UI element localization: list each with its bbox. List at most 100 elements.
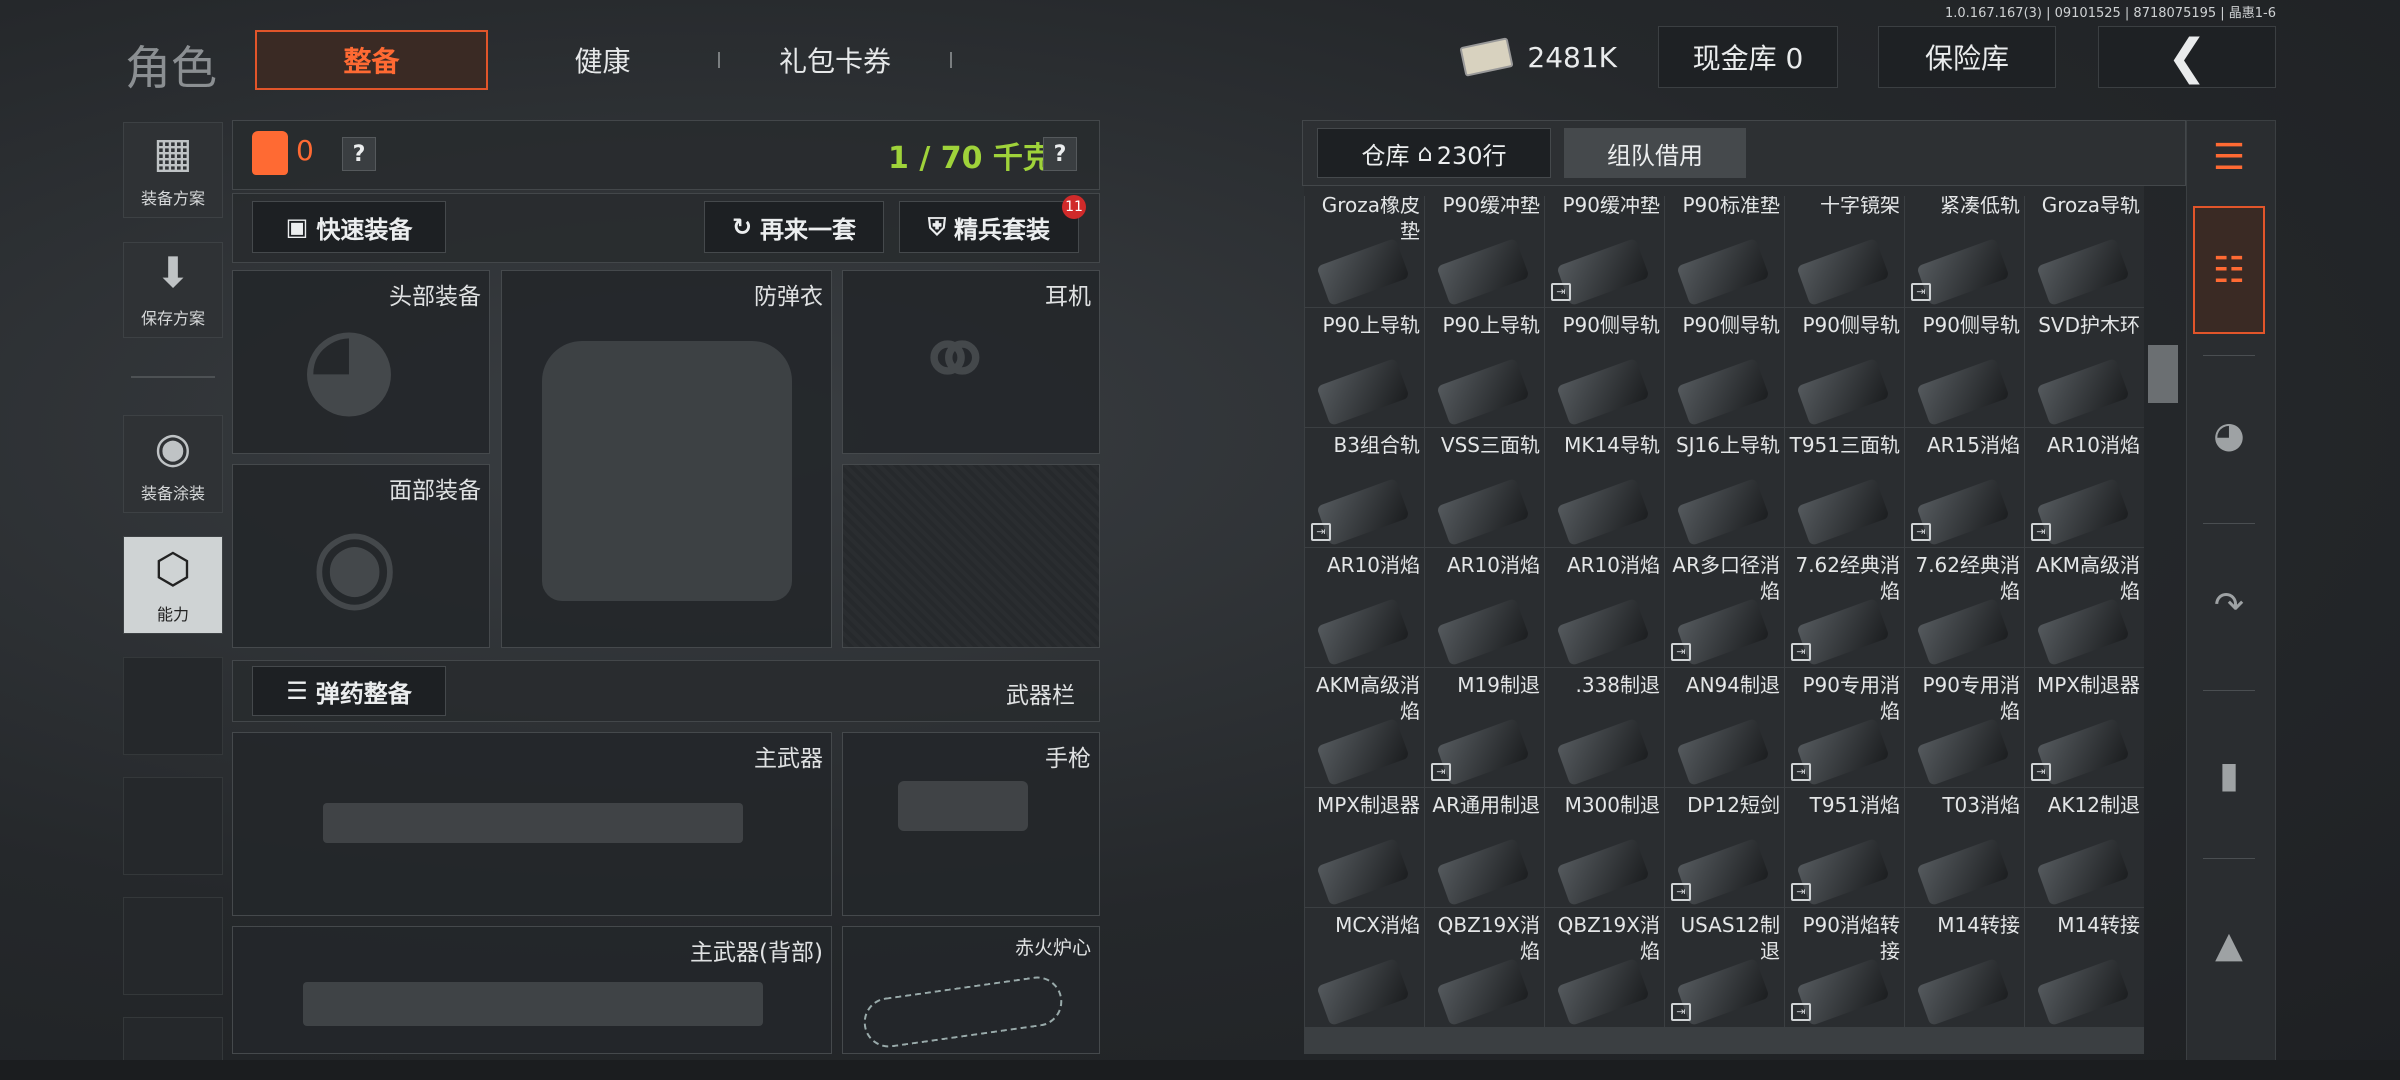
item-cell[interactable]: P90侧导轨	[1665, 308, 1784, 427]
slot-ear[interactable]: 耳机 ⚭	[842, 270, 1100, 454]
weight-help-button[interactable]: ?	[1043, 137, 1077, 171]
item-name: P90侧导轨	[1922, 313, 2020, 337]
layers-download-icon[interactable]: ☷	[2193, 206, 2265, 334]
slot-empty	[842, 464, 1100, 648]
item-cell[interactable]: MCX消焰	[1305, 908, 1424, 1027]
item-cell[interactable]: 7.62经典消焰 ⇥	[1785, 548, 1904, 667]
item-cell[interactable]: P90专用消焰 ⇥	[1785, 668, 1904, 787]
item-cell[interactable]: AR10消焰	[1545, 548, 1664, 667]
item-cell[interactable]: M300制退	[1545, 788, 1664, 907]
nav-equipment-plan[interactable]: ▦ 装备方案	[123, 122, 223, 218]
item-name: P90专用消焰	[1922, 673, 2020, 723]
item-cell[interactable]: P90侧导轨	[1905, 308, 2024, 427]
item-cell[interactable]: AKM高级消焰	[1305, 668, 1424, 787]
transfer-icon: ⇥	[1671, 1003, 1691, 1021]
item-name: AK12制退	[2047, 793, 2140, 817]
item-cell[interactable]: P90侧导轨	[1785, 308, 1904, 427]
ammo-prep-button[interactable]: ☰ 弹药整备	[252, 666, 446, 716]
elite-kit-button[interactable]: ⛨ 精兵套装	[899, 201, 1079, 253]
help-button[interactable]: ?	[342, 137, 376, 171]
tab-loadout[interactable]: 整备	[255, 30, 488, 90]
item-cell[interactable]: P90缓冲垫 ⇥	[1545, 188, 1664, 307]
slot-primary-weapon[interactable]: 主武器	[232, 732, 832, 916]
nav-ability[interactable]: ⬡ 能力	[123, 536, 223, 634]
item-cell[interactable]: AR10消焰	[1305, 548, 1424, 667]
item-cell[interactable]: P90侧导轨	[1545, 308, 1664, 427]
rifle-icon[interactable]: ↷	[2193, 550, 2265, 660]
item-cell[interactable]: P90上导轨	[1305, 308, 1424, 427]
item-name: AR15消焰	[1926, 433, 2020, 457]
slot-face[interactable]: 面部装备 ◉	[232, 464, 490, 648]
item-cell[interactable]: M14转接	[2025, 908, 2144, 1027]
item-cell[interactable]: MPX制退器	[1305, 788, 1424, 907]
magazine-icon[interactable]: ▮	[2193, 720, 2265, 830]
slot-label: 主武器(背部)	[690, 940, 823, 966]
back-button[interactable]: ❮	[2098, 26, 2276, 88]
elite-label: 精兵套装	[954, 215, 1050, 244]
again-button[interactable]: ↻ 再来一套	[704, 201, 884, 253]
ammo-icon[interactable]: ▲	[2193, 890, 2265, 1000]
slot-head[interactable]: 头部装备 ◕	[232, 270, 490, 454]
item-cell[interactable]: P90消焰转接 ⇥	[1785, 908, 1904, 1027]
item-cell[interactable]: Groza橡皮垫	[1305, 188, 1424, 307]
item-cell[interactable]: DP12短剑 ⇥	[1665, 788, 1784, 907]
item-name: AR通用制退	[1432, 793, 1540, 817]
warehouse-label: 仓库	[1361, 141, 1410, 170]
cash-vault-button[interactable]: 现金库 0	[1658, 26, 1838, 88]
item-image	[1316, 837, 1410, 907]
team-borrow-tab[interactable]: 组队借用	[1564, 128, 1746, 178]
item-cell[interactable]: AR15消焰 ⇥	[1905, 428, 2024, 547]
tab-health[interactable]: 健康	[540, 30, 665, 90]
scrollbar-thumb[interactable]	[2148, 345, 2178, 403]
item-cell[interactable]: VSS三面轨	[1425, 428, 1544, 547]
item-name: AR多口径消焰	[1672, 553, 1780, 603]
item-cell[interactable]: T951三面轨	[1785, 428, 1904, 547]
item-image	[1436, 957, 1530, 1027]
helmet-icon[interactable]: ◕	[2193, 380, 2265, 490]
item-cell[interactable]: AKM高级消焰	[2025, 548, 2144, 667]
item-image	[1916, 837, 2010, 907]
item-cell[interactable]: QBZ19X消焰	[1425, 908, 1544, 1027]
item-cell[interactable]: MPX制退器 ⇥	[2025, 668, 2144, 787]
item-cell[interactable]: AN94制退	[1665, 668, 1784, 787]
item-cell[interactable]: P90上导轨	[1425, 308, 1544, 427]
item-cell[interactable]: P90缓冲垫	[1425, 188, 1544, 307]
item-cell[interactable]: M14转接	[1905, 908, 2024, 1027]
item-name: T951三面轨	[1789, 433, 1900, 457]
item-cell[interactable]: T03消焰	[1905, 788, 2024, 907]
slot-pistol[interactable]: 手枪	[842, 732, 1100, 916]
item-cell[interactable]: MK14导轨	[1545, 428, 1664, 547]
slot-primary-back[interactable]: 主武器(背部)	[232, 926, 832, 1054]
nav-save-plan[interactable]: ⬇ 保存方案	[123, 242, 223, 338]
item-cell[interactable]: T951消焰 ⇥	[1785, 788, 1904, 907]
item-cell[interactable]: P90专用消焰	[1905, 668, 2024, 787]
shield-icon: ⛨	[928, 213, 946, 241]
item-cell[interactable]: SJ16上导轨	[1665, 428, 1784, 547]
item-cell[interactable]: SVD护木环	[2025, 308, 2144, 427]
item-cell[interactable]: AR多口径消焰 ⇥	[1665, 548, 1784, 667]
insurance-button[interactable]: 保险库	[1878, 26, 2056, 88]
item-name: P90侧导轨	[1802, 313, 1900, 337]
item-cell[interactable]: USAS12制退 ⇥	[1665, 908, 1784, 1027]
tab-gifts[interactable]: 礼包卡券	[750, 30, 920, 90]
nav-equipment-paint[interactable]: ◉ 装备涂装	[123, 415, 223, 513]
item-cell[interactable]: Groza导轨	[2025, 188, 2144, 307]
item-cell[interactable]: .338制退	[1545, 668, 1664, 787]
item-cell[interactable]: AR10消焰 ⇥	[2025, 428, 2144, 547]
ammo-prep-label: 弹药整备	[315, 679, 412, 708]
layers-refresh-icon[interactable]: ☰	[2193, 122, 2265, 192]
item-cell[interactable]: P90标准垫	[1665, 188, 1784, 307]
item-cell[interactable]: AK12制退	[2025, 788, 2144, 907]
item-cell[interactable]: 紧凑低轨 ⇥	[1905, 188, 2024, 307]
slot-melee[interactable]: 赤火炉心	[842, 926, 1100, 1054]
slot-vest[interactable]: 防弹衣	[501, 270, 832, 648]
item-cell[interactable]: AR通用制退	[1425, 788, 1544, 907]
item-cell[interactable]: B3组合轨 ⇥	[1305, 428, 1424, 547]
item-cell[interactable]: M19制退 ⇥	[1425, 668, 1544, 787]
item-cell[interactable]: 十字镜架	[1785, 188, 1904, 307]
item-cell[interactable]: QBZ19X消焰	[1545, 908, 1664, 1027]
warehouse-tab[interactable]: 仓库 ⌂ 230行	[1317, 128, 1551, 178]
item-cell[interactable]: AR10消焰	[1425, 548, 1544, 667]
quick-equip-button[interactable]: ▣ 快速装备	[252, 201, 446, 253]
item-cell[interactable]: 7.62经典消焰	[1905, 548, 2024, 667]
